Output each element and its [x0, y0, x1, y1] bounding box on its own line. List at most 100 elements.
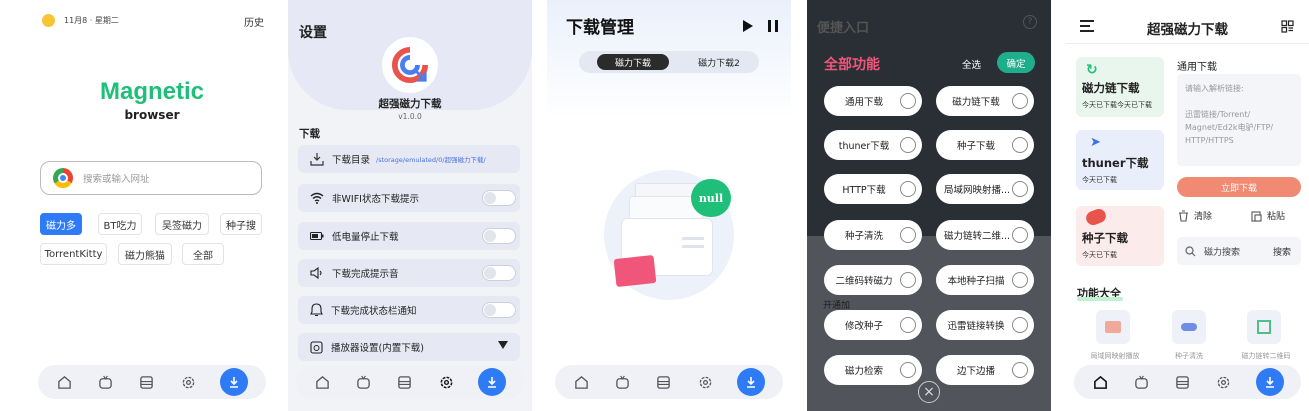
func-qr-to-magnet[interactable]: 二维码转磁力 — [824, 265, 922, 295]
null-badge: null — [691, 179, 731, 217]
mail-icon — [613, 254, 657, 288]
home-icon[interactable] — [1092, 373, 1110, 391]
confirm-button[interactable]: 确定 — [997, 52, 1035, 73]
tab-magnet-download-2[interactable]: 磁力下载2 — [683, 54, 755, 70]
bell-icon — [310, 303, 323, 317]
magnet-download-card[interactable]: ↻ 磁力链下载 今天已下载今天已下载 — [1076, 57, 1164, 117]
notify-label: 下载完成状态栏通知 — [331, 306, 417, 317]
settings-icon[interactable] — [1215, 373, 1233, 391]
download-icon[interactable] — [220, 368, 249, 396]
sound-toggle[interactable] — [482, 265, 516, 281]
notify-row: 下载完成状态栏通知 — [298, 296, 520, 324]
chip-wuqian[interactable]: 吴签磁力 — [155, 213, 209, 235]
wifi-prompt-toggle[interactable] — [482, 190, 516, 206]
chip-cilid[interactable]: 磁力多 — [40, 213, 82, 235]
checkbox-icon[interactable] — [900, 181, 916, 197]
func-torrent-download[interactable]: 种子下载 — [936, 130, 1034, 160]
play-icon[interactable] — [743, 20, 753, 32]
wifi-icon — [310, 192, 324, 204]
checkbox-icon[interactable] — [900, 227, 916, 243]
magnet-search-box[interactable]: 磁力搜索 搜索 — [1177, 237, 1301, 265]
select-all-button[interactable]: 全选 — [962, 57, 981, 71]
checkbox-icon[interactable] — [900, 272, 916, 288]
func-lan-cast[interactable]: 局域网映射播... — [936, 174, 1034, 204]
home-icon[interactable] — [573, 373, 591, 391]
func-thunder-convert[interactable]: 迅雷链接转换 — [936, 310, 1034, 340]
func-play-while-download[interactable]: 边下边播 — [936, 355, 1034, 385]
settings-icon[interactable] — [696, 373, 714, 391]
feature-label: 种子清洗 — [1175, 352, 1203, 360]
layers-icon[interactable] — [396, 373, 414, 391]
download-icon[interactable] — [737, 368, 766, 396]
card-subtitle: 今天已下载今天已下载 — [1082, 101, 1152, 109]
help-icon[interactable]: ? — [1023, 15, 1037, 29]
checkbox-icon[interactable] — [900, 362, 916, 378]
checkbox-icon[interactable] — [1012, 93, 1028, 109]
chip-all[interactable]: 全部 — [182, 243, 224, 265]
chrome-icon — [53, 168, 73, 188]
func-torrent-clean[interactable]: 种子清洗 — [824, 220, 922, 250]
link-input[interactable]: 请输入解析链接: 迅雷链接/Torrent/ Magnet/Ed2k电驴/FTP… — [1177, 74, 1301, 166]
search-button[interactable]: 搜索 — [1273, 245, 1291, 258]
paste-icon — [1251, 210, 1262, 222]
tv-icon[interactable] — [614, 373, 632, 391]
sun-icon — [42, 14, 55, 27]
qr-code-icon[interactable] — [1247, 310, 1281, 344]
tab-magnet-download[interactable]: 磁力下载 — [597, 54, 669, 70]
low-battery-toggle[interactable] — [482, 228, 516, 244]
clear-button[interactable]: 清除 — [1178, 209, 1212, 222]
card-subtitle: 今天已下载 — [1082, 176, 1117, 184]
trash-icon — [1179, 209, 1188, 222]
search-input[interactable]: 搜索或输入网址 — [40, 161, 262, 195]
download-dir-row[interactable]: 下载目录 /storage/emulated/0/超强磁力下载/ — [298, 145, 520, 173]
history-button[interactable]: 历史 — [244, 14, 264, 29]
chip-btchili[interactable]: BT吃力 — [98, 213, 142, 235]
download-now-button[interactable]: 立即下载 — [1177, 177, 1301, 197]
settings-icon[interactable] — [437, 373, 455, 391]
torrent-download-card[interactable]: 种子下载 今天已下载 — [1076, 206, 1164, 266]
func-thuner-download[interactable]: thuner下载 — [824, 130, 922, 160]
checkbox-icon[interactable] — [1012, 362, 1028, 378]
checkbox-icon[interactable] — [1012, 227, 1028, 243]
checkbox-icon[interactable] — [1012, 317, 1028, 333]
page-title: 超强磁力下载 — [1147, 22, 1228, 38]
layers-icon[interactable] — [655, 373, 673, 391]
settings-icon[interactable] — [179, 373, 197, 391]
tv-icon[interactable] — [355, 373, 373, 391]
download-icon[interactable] — [478, 368, 507, 396]
home-icon[interactable] — [314, 373, 332, 391]
notify-toggle[interactable] — [482, 302, 516, 318]
func-magnet-search[interactable]: 磁力检索 — [824, 355, 922, 385]
checkbox-icon[interactable] — [1012, 181, 1028, 197]
checkbox-icon[interactable] — [900, 137, 916, 153]
tv-icon[interactable] — [1133, 373, 1151, 391]
thuner-download-card[interactable]: ➤ thuner下载 今天已下载 — [1076, 130, 1164, 190]
func-magnet-download[interactable]: 磁力链下载 — [936, 86, 1034, 116]
chip-zhongzisou[interactable]: 种子搜 — [220, 213, 262, 235]
func-edit-torrent[interactable]: 修改种子 — [824, 310, 922, 340]
func-http-download[interactable]: HTTP下载 — [824, 174, 922, 204]
download-icon[interactable] — [1255, 368, 1284, 396]
tv-icon[interactable] — [97, 373, 115, 391]
func-general-download[interactable]: 通用下载 — [824, 86, 922, 116]
checkbox-icon[interactable] — [900, 93, 916, 109]
close-icon[interactable]: × — [918, 381, 940, 403]
func-magnet-to-qr[interactable]: 磁力链转二维... — [936, 220, 1034, 250]
paste-button[interactable]: 粘贴 — [1251, 209, 1285, 222]
chip-torrentkitty[interactable]: TorrentKitty — [40, 243, 107, 265]
settings-screen: 设置 超强磁力下载 v1.0.0 下载 下载目录 /storage/emulat… — [288, 0, 532, 411]
checkbox-icon[interactable] — [1012, 137, 1028, 153]
grid-icon[interactable] — [1281, 20, 1294, 33]
layers-icon[interactable] — [138, 373, 156, 391]
func-local-torrent-scan[interactable]: 本地种子扫描 — [936, 265, 1034, 295]
home-icon[interactable] — [56, 373, 74, 391]
checkbox-icon[interactable] — [1012, 272, 1028, 288]
player-settings-row[interactable]: 播放器设置(内置下载) — [298, 333, 520, 361]
chip-cilixiongmao[interactable]: 磁力熊猫 — [118, 243, 172, 265]
general-download-title: 通用下载 — [1177, 62, 1217, 73]
checkbox-icon[interactable] — [900, 317, 916, 333]
lan-cast-icon[interactable] — [1096, 310, 1130, 344]
layers-icon[interactable] — [1174, 373, 1192, 391]
torrent-clean-icon[interactable] — [1172, 310, 1206, 344]
pause-icon[interactable] — [768, 20, 778, 32]
